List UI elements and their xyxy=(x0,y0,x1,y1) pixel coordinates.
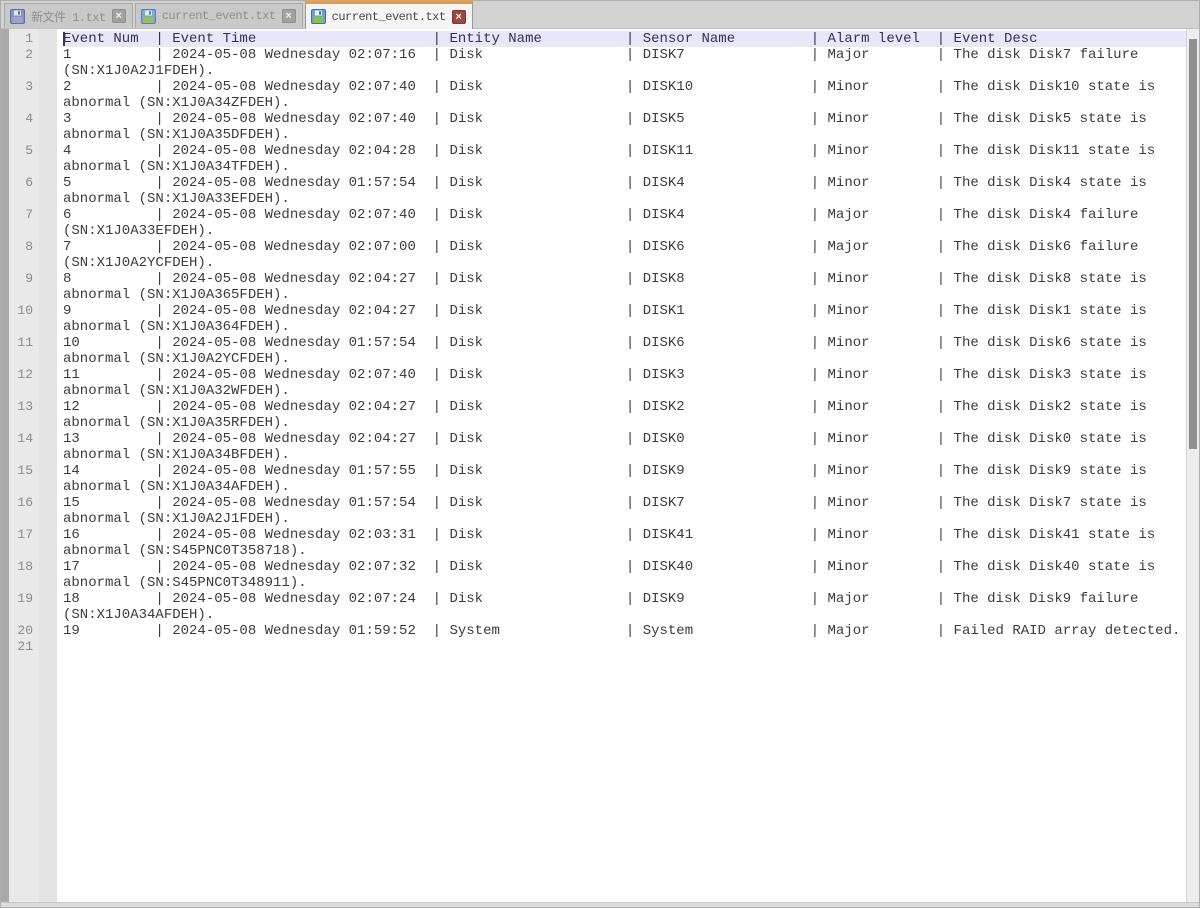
line-text[interactable]: 7 | 2024-05-08 Wednesday 02:07:00 | Disk… xyxy=(63,239,1189,271)
editor-line: 10 9 | 2024-05-08 Wednesday 02:04:27 | Di… xyxy=(1,303,1199,335)
line-number: 1 xyxy=(9,31,33,47)
line-text[interactable]: 3 | 2024-05-08 Wednesday 02:07:40 | Disk… xyxy=(63,111,1189,143)
editor-line: 5 4 | 2024-05-08 Wednesday 02:04:28 | Dis… xyxy=(1,143,1199,175)
line-number: 9 xyxy=(9,271,33,287)
close-tab-icon[interactable]: × xyxy=(282,9,296,23)
scrollbar-thumb[interactable] xyxy=(1189,39,1197,449)
line-number: 13 xyxy=(9,399,33,415)
line-text[interactable]: 5 | 2024-05-08 Wednesday 01:57:54 | Disk… xyxy=(63,175,1189,207)
editor-line: 6 5 | 2024-05-08 Wednesday 01:57:54 | Dis… xyxy=(1,175,1199,207)
editor-line: 1 Event Num | Event Time | Entity Name | … xyxy=(1,31,1199,47)
line-number: 20 xyxy=(9,623,33,639)
editor-line: 20 19 | 2024-05-08 Wednesday 01:59:52 | S… xyxy=(1,623,1199,639)
editor-area[interactable]: 1 Event Num | Event Time | Entity Name | … xyxy=(1,29,1199,902)
line-text[interactable]: 17 | 2024-05-08 Wednesday 02:07:32 | Dis… xyxy=(63,559,1189,591)
editor-line: 16 15 | 2024-05-08 Wednesday 01:57:54 | D… xyxy=(1,495,1199,527)
line-text[interactable]: 10 | 2024-05-08 Wednesday 01:57:54 | Dis… xyxy=(63,335,1189,367)
line-text[interactable]: 14 | 2024-05-08 Wednesday 01:57:55 | Dis… xyxy=(63,463,1189,495)
editor-line: 11 10 | 2024-05-08 Wednesday 01:57:54 | D… xyxy=(1,335,1199,367)
line-number: 12 xyxy=(9,367,33,383)
editor-window: 新文件 1.txt×current_event.txt×current_even… xyxy=(0,0,1200,908)
line-number: 10 xyxy=(9,303,33,319)
line-number: 19 xyxy=(9,591,33,607)
line-number: 16 xyxy=(9,495,33,511)
editor-line: 12 11 | 2024-05-08 Wednesday 02:07:40 | D… xyxy=(1,367,1199,399)
line-text[interactable]: 8 | 2024-05-08 Wednesday 02:04:27 | Disk… xyxy=(63,271,1189,303)
line-text[interactable]: 19 | 2024-05-08 Wednesday 01:59:52 | Sys… xyxy=(63,623,1189,639)
line-text[interactable]: 18 | 2024-05-08 Wednesday 02:07:24 | Dis… xyxy=(63,591,1189,623)
editor-line: 14 13 | 2024-05-08 Wednesday 02:04:27 | D… xyxy=(1,431,1199,463)
editor-line: 2 1 | 2024-05-08 Wednesday 02:07:16 | Dis… xyxy=(1,47,1199,79)
line-number: 11 xyxy=(9,335,33,351)
line-number: 14 xyxy=(9,431,33,447)
line-number: 5 xyxy=(9,143,33,159)
current-line-text[interactable]: Event Num | Event Time | Entity Name | S… xyxy=(63,31,1189,47)
close-tab-icon[interactable]: × xyxy=(452,10,466,24)
tab-1[interactable]: 新文件 1.txt × xyxy=(4,3,133,28)
line-number: 8 xyxy=(9,239,33,255)
editor-line: 3 2 | 2024-05-08 Wednesday 02:07:40 | Dis… xyxy=(1,79,1199,111)
line-number: 6 xyxy=(9,175,33,191)
line-number: 2 xyxy=(9,47,33,63)
vertical-scrollbar[interactable] xyxy=(1186,29,1199,902)
editor-line: 18 17 | 2024-05-08 Wednesday 02:07:32 | D… xyxy=(1,559,1199,591)
editor-line: 9 8 | 2024-05-08 Wednesday 02:04:27 | Dis… xyxy=(1,271,1199,303)
editor-line: 17 16 | 2024-05-08 Wednesday 02:03:31 | D… xyxy=(1,527,1199,559)
close-tab-icon[interactable]: × xyxy=(112,9,126,23)
tab-bar: 新文件 1.txt×current_event.txt×current_even… xyxy=(1,1,1199,29)
line-text[interactable]: 9 | 2024-05-08 Wednesday 02:04:27 | Disk… xyxy=(63,303,1189,335)
text-caret xyxy=(63,32,65,46)
line-text[interactable]: 11 | 2024-05-08 Wednesday 02:07:40 | Dis… xyxy=(63,367,1189,399)
tab-3-active[interactable]: current_event.txt × xyxy=(305,1,473,29)
line-number: 18 xyxy=(9,559,33,575)
tab-label: current_event.txt xyxy=(332,10,446,24)
editor-line: 4 3 | 2024-05-08 Wednesday 02:07:40 | Dis… xyxy=(1,111,1199,143)
line-text[interactable] xyxy=(63,639,1189,655)
floppy-disk-purple-icon xyxy=(10,9,25,24)
text-content: 1 Event Num | Event Time | Entity Name | … xyxy=(1,29,1199,655)
editor-line: 21 xyxy=(1,639,1199,655)
editor-line: 19 18 | 2024-05-08 Wednesday 02:07:24 | D… xyxy=(1,591,1199,623)
window-bottom-edge xyxy=(1,902,1199,907)
line-number: 21 xyxy=(9,639,33,655)
tab-2[interactable]: current_event.txt × xyxy=(135,3,303,28)
line-number: 17 xyxy=(9,527,33,543)
tab-label: current_event.txt xyxy=(162,9,276,23)
line-text[interactable]: 12 | 2024-05-08 Wednesday 02:04:27 | Dis… xyxy=(63,399,1189,431)
editor-line: 7 6 | 2024-05-08 Wednesday 02:07:40 | Dis… xyxy=(1,207,1199,239)
editor-line: 8 7 | 2024-05-08 Wednesday 02:07:00 | Dis… xyxy=(1,239,1199,271)
line-text[interactable]: 15 | 2024-05-08 Wednesday 01:57:54 | Dis… xyxy=(63,495,1189,527)
editor-line: 13 12 | 2024-05-08 Wednesday 02:04:27 | D… xyxy=(1,399,1199,431)
line-text[interactable]: 1 | 2024-05-08 Wednesday 02:07:16 | Disk… xyxy=(63,47,1189,79)
line-number: 7 xyxy=(9,207,33,223)
line-text[interactable]: 13 | 2024-05-08 Wednesday 02:04:27 | Dis… xyxy=(63,431,1189,463)
floppy-disk-saved-icon xyxy=(141,9,156,24)
line-text[interactable]: 2 | 2024-05-08 Wednesday 02:07:40 | Disk… xyxy=(63,79,1189,111)
line-number: 3 xyxy=(9,79,33,95)
line-text[interactable]: 6 | 2024-05-08 Wednesday 02:07:40 | Disk… xyxy=(63,207,1189,239)
tab-label: 新文件 1.txt xyxy=(31,8,106,25)
floppy-disk-saved-icon xyxy=(311,9,326,24)
line-text[interactable]: 16 | 2024-05-08 Wednesday 02:03:31 | Dis… xyxy=(63,527,1189,559)
line-number: 15 xyxy=(9,463,33,479)
line-text[interactable]: 4 | 2024-05-08 Wednesday 02:04:28 | Disk… xyxy=(63,143,1189,175)
line-number: 4 xyxy=(9,111,33,127)
editor-line: 15 14 | 2024-05-08 Wednesday 01:57:55 | D… xyxy=(1,463,1199,495)
